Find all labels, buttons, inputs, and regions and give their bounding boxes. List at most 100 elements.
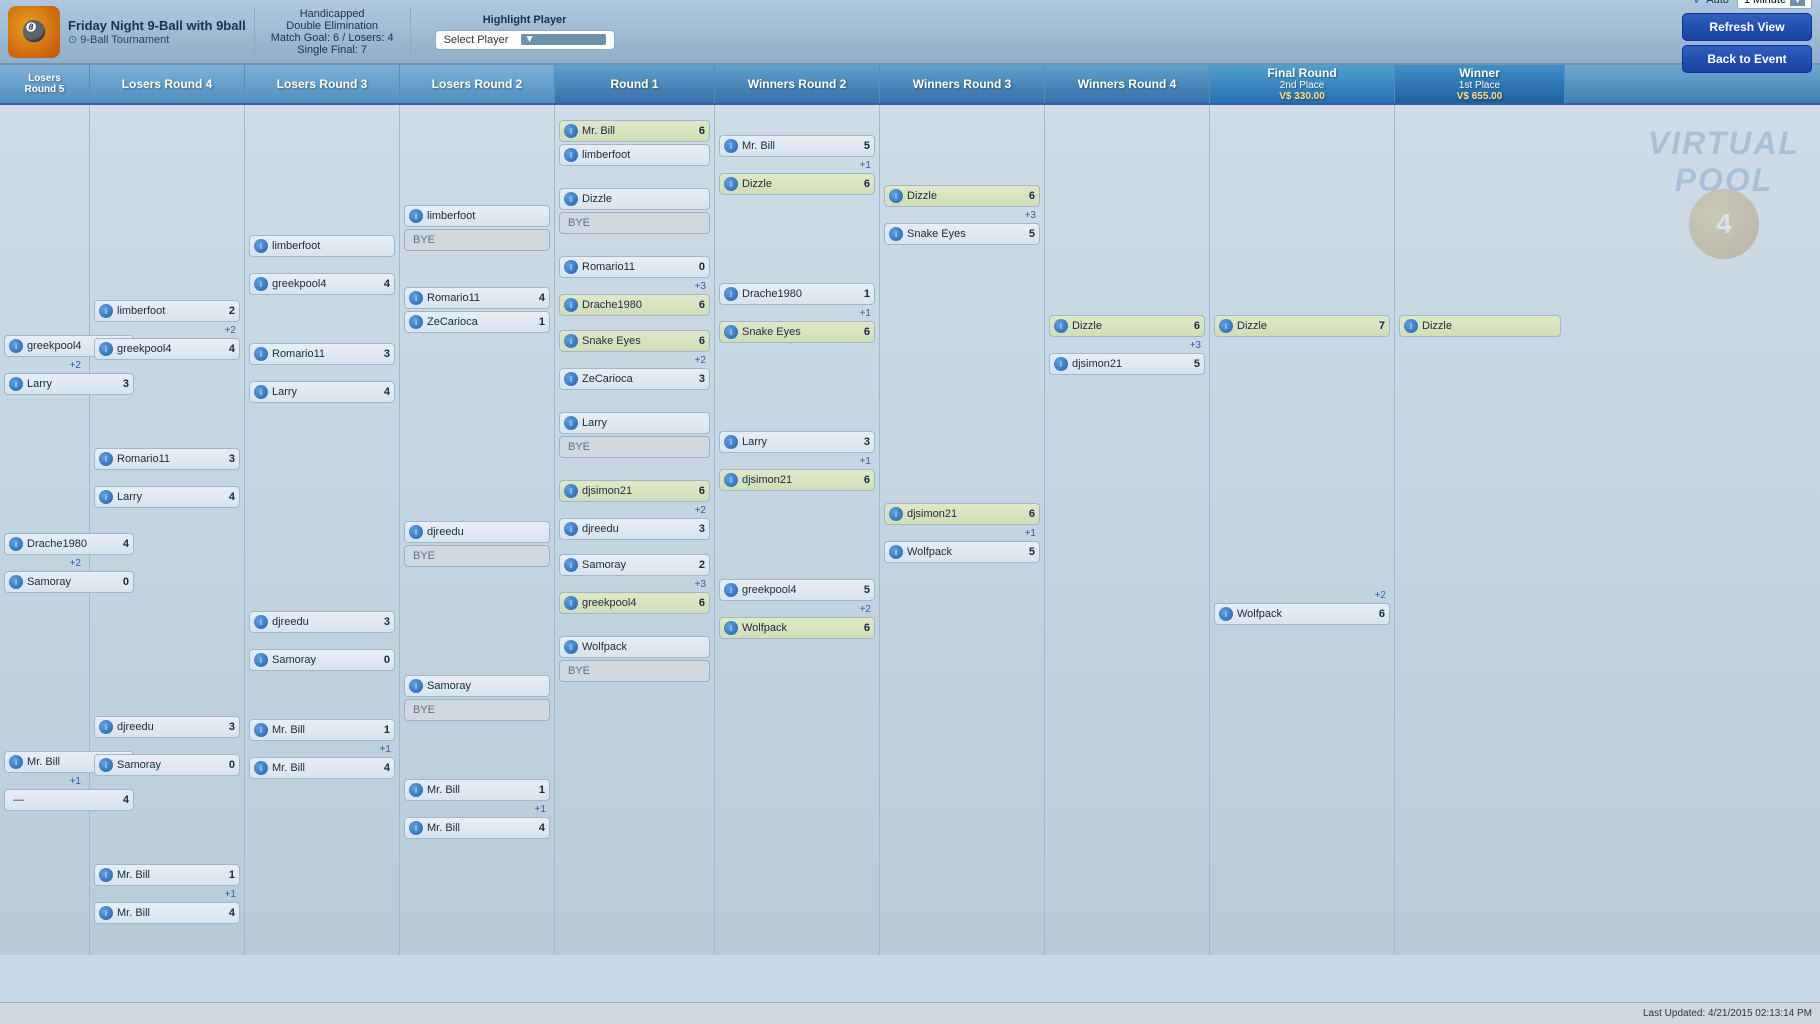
score-diff: [249, 367, 395, 381]
player-card[interactable]: i Mr. Bill 4: [404, 817, 550, 839]
player-card[interactable]: i Dizzle 7: [1214, 315, 1390, 337]
round-headers: LosersRound 5 Losers Round 4 Losers Roun…: [0, 65, 1820, 105]
player-card[interactable]: i Snake Eyes 5: [884, 223, 1040, 245]
player-card[interactable]: i Romario11 3: [94, 448, 240, 470]
player-card[interactable]: i Dizzle: [559, 188, 710, 210]
match-losers5-2: i Drache1980 4 +2 i Samoray 0: [4, 533, 85, 593]
player-card[interactable]: i Dizzle 6: [884, 185, 1040, 207]
player-name: Mr. Bill: [582, 125, 687, 137]
winner-card[interactable]: i Dizzle: [1399, 315, 1561, 337]
player-icon: i: [1219, 319, 1233, 333]
interval-select[interactable]: 1 Minute ▼: [1737, 0, 1812, 9]
player-card[interactable]: i greekpool4 6: [559, 592, 710, 614]
player-name: Drache1980: [742, 288, 852, 300]
refresh-button[interactable]: Refresh View: [1682, 13, 1812, 41]
player-card[interactable]: i Wolfpack 6: [1214, 603, 1390, 625]
auto-row: Auto 1 Minute ▼: [1682, 0, 1812, 9]
player-card[interactable]: i djsimon21 6: [884, 503, 1040, 525]
player-name: Mr. Bill: [742, 140, 852, 152]
player-select-dropdown[interactable]: Select Player ▼: [435, 30, 615, 50]
player-score: 6: [1186, 320, 1200, 332]
event-info: Friday Night 9-Ball with 9ball ⊙ 9-Ball …: [68, 18, 246, 46]
bye-card: BYE: [404, 699, 550, 721]
player-card[interactable]: i Dizzle 6: [1049, 315, 1205, 337]
score-diff: [249, 635, 395, 649]
player-card[interactable]: i Drache1980 1: [719, 283, 875, 305]
score-diff: +3: [1049, 339, 1205, 353]
player-card[interactable]: i Drache1980 6: [559, 294, 710, 316]
player-card[interactable]: i limberfoot: [404, 205, 550, 227]
player-icon: i: [9, 755, 23, 769]
player-card[interactable]: i Dizzle 6: [719, 173, 875, 195]
player-card[interactable]: i greekpool4 5: [719, 579, 875, 601]
player-card[interactable]: i Larry 3: [719, 431, 875, 453]
player-card[interactable]: i Mr. Bill 4: [94, 902, 240, 924]
player-card[interactable]: i greekpool4 4: [249, 273, 395, 295]
round-header-winners3: Winners Round 3: [880, 65, 1045, 103]
player-card[interactable]: i djsimon21 6: [559, 480, 710, 502]
player-score: 1: [376, 724, 390, 736]
player-card[interactable]: i Samoray 0: [249, 649, 395, 671]
player-icon: i: [564, 558, 578, 572]
player-card[interactable]: i Wolfpack 6: [719, 617, 875, 639]
player-card[interactable]: i Mr. Bill 1: [249, 719, 395, 741]
logo-section: 🎱 Friday Night 9-Ball with 9ball ⊙ 9-Bal…: [8, 6, 246, 58]
player-card[interactable]: i Larry: [559, 412, 710, 434]
player-icon: i: [724, 435, 738, 449]
player-card[interactable]: i djsimon21 5: [1049, 353, 1205, 375]
player-card[interactable]: i djsimon21 6: [719, 469, 875, 491]
player-icon: i: [254, 347, 268, 361]
player-icon: i: [724, 583, 738, 597]
player-card[interactable]: i Snake Eyes 6: [559, 330, 710, 352]
player-name: Larry: [117, 491, 217, 503]
player-score: 6: [856, 474, 870, 486]
player-score: 4: [376, 762, 390, 774]
player-icon: i: [99, 452, 113, 466]
player-card[interactable]: i Mr. Bill 1: [404, 779, 550, 801]
player-name: limberfoot: [427, 210, 527, 222]
player-card[interactable]: i limberfoot: [249, 235, 395, 257]
player-card[interactable]: i Wolfpack: [559, 636, 710, 658]
player-card[interactable]: i Wolfpack 5: [884, 541, 1040, 563]
player-card[interactable]: i ZeCarioca 3: [559, 368, 710, 390]
player-card[interactable]: i Samoray: [404, 675, 550, 697]
player-card[interactable]: i Mr. Bill 5: [719, 135, 875, 157]
match-losers4-1: i limberfoot 2 +2 i greekpool4 4: [94, 300, 240, 360]
player-icon: i: [99, 342, 113, 356]
auto-label: Auto: [1693, 0, 1729, 7]
player-card[interactable]: i ZeCarioca 1: [404, 311, 550, 333]
score-diff: +2: [1214, 589, 1390, 603]
player-name: Samoray: [427, 680, 527, 692]
player-card[interactable]: i djreedu 3: [559, 518, 710, 540]
player-score: 4: [221, 491, 235, 503]
player-name: Mr. Bill: [117, 907, 217, 919]
player-card[interactable]: i Romario11 4: [404, 287, 550, 309]
player-card[interactable]: i Larry 4: [249, 381, 395, 403]
player-card[interactable]: i Samoray 0: [94, 754, 240, 776]
player-card[interactable]: i limberfoot 2: [94, 300, 240, 322]
player-icon: i: [889, 227, 903, 241]
player-icon: i: [254, 277, 268, 291]
player-name: Snake Eyes: [582, 335, 687, 347]
player-card[interactable]: i Mr. Bill 1: [94, 864, 240, 886]
score-diff: [94, 740, 240, 754]
player-card[interactable]: i Snake Eyes 6: [719, 321, 875, 343]
player-name: limberfoot: [582, 149, 687, 161]
player-card[interactable]: i Romario11 0: [559, 256, 710, 278]
player-card[interactable]: i djreedu 3: [249, 611, 395, 633]
event-title: Friday Night 9-Ball with 9ball: [68, 18, 246, 33]
player-card[interactable]: i Mr. Bill 6: [559, 120, 710, 142]
player-card[interactable]: i Romario11 3: [249, 343, 395, 365]
match-losers2-5: i Mr. Bill 1 +1 i Mr. Bill 4: [404, 779, 550, 839]
player-card[interactable]: i limberfoot: [559, 144, 710, 166]
player-card[interactable]: i djreedu 3: [94, 716, 240, 738]
player-card[interactable]: i Larry 4: [94, 486, 240, 508]
player-card[interactable]: i greekpool4 4: [94, 338, 240, 360]
player-card[interactable]: i Samoray 2: [559, 554, 710, 576]
player-score: 6: [856, 326, 870, 338]
player-card[interactable]: i djreedu: [404, 521, 550, 543]
col-final: i Dizzle 7 +2 i Wolfpack 6: [1210, 105, 1395, 955]
player-name: djreedu: [427, 526, 527, 538]
back-button[interactable]: Back to Event: [1682, 45, 1812, 73]
player-card[interactable]: i Mr. Bill 4: [249, 757, 395, 779]
